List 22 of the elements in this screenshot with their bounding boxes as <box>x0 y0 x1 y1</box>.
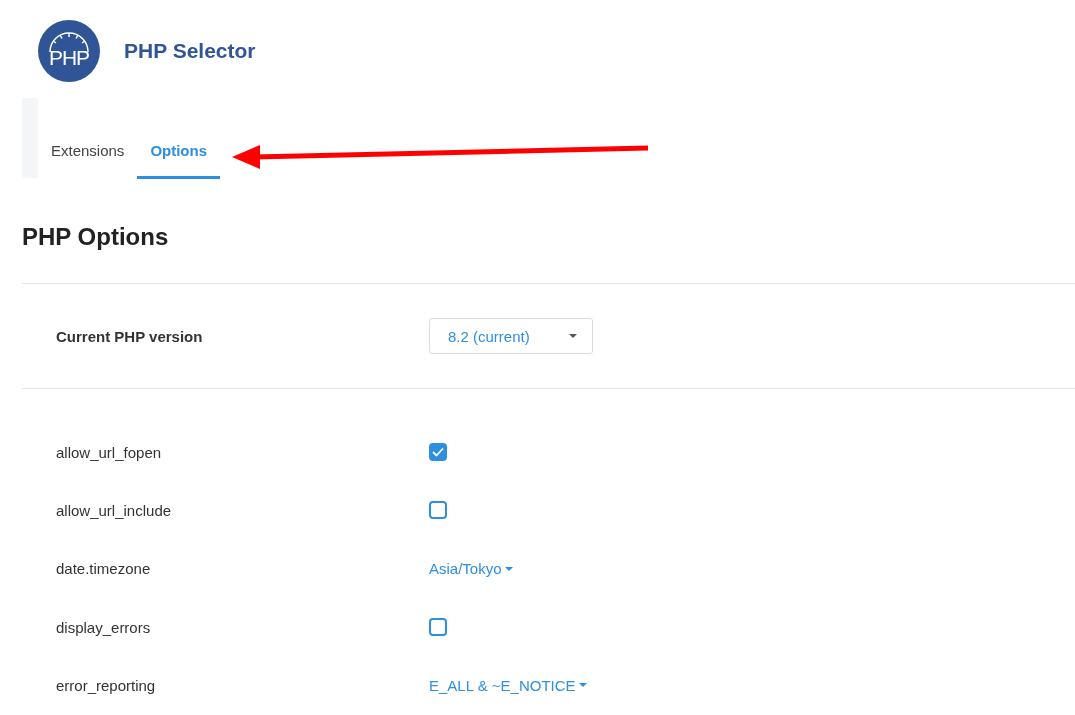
option-dropdown[interactable]: Asia/Tokyo <box>429 560 513 578</box>
option-dropdown[interactable]: E_ALL & ~E_NOTICE <box>429 676 587 694</box>
gauge-icon <box>49 32 89 53</box>
option-name: display_errors <box>56 618 152 636</box>
page-title: PHP Selector <box>124 39 256 63</box>
option-name: date.timezone <box>56 560 152 578</box>
checkbox[interactable] <box>429 618 447 637</box>
checkbox[interactable] <box>429 443 447 462</box>
check-icon <box>432 447 444 458</box>
tab[interactable]: Extensions <box>38 142 138 179</box>
section-title: PHP Options <box>22 223 170 252</box>
checkbox[interactable] <box>429 501 447 520</box>
option-name: error_reporting <box>56 676 157 694</box>
option-name: allow_url_fopen <box>56 443 163 461</box>
caret-icon <box>569 334 577 338</box>
caret-icon <box>578 683 587 688</box>
version-label: Current PHP version <box>56 327 204 345</box>
version-select[interactable]: 8.2 (current) <box>429 318 593 354</box>
logo-text: PHP <box>48 46 90 70</box>
tab[interactable]: Options <box>137 142 221 179</box>
option-name: allow_url_include <box>56 501 173 519</box>
caret-icon <box>504 566 513 571</box>
